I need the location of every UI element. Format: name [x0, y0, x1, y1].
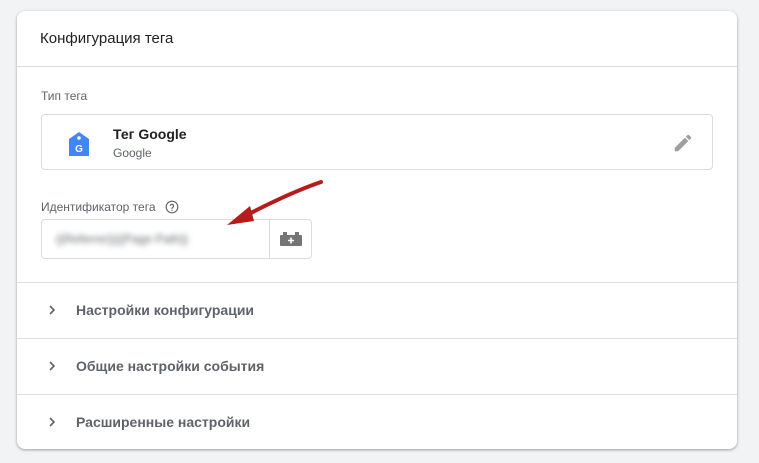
tag-type-label: Тип тега: [41, 89, 88, 103]
section-title: Общие настройки события: [76, 357, 265, 374]
section-config-settings[interactable]: Настройки конфигурации: [17, 282, 737, 337]
chevron-right-icon: [49, 360, 56, 371]
insert-variable-button[interactable]: [269, 220, 311, 258]
help-icon[interactable]: [165, 200, 179, 214]
section-event-settings[interactable]: Общие настройки события: [17, 338, 737, 393]
tag-id-label: Идентификатор тега: [41, 200, 156, 214]
section-title: Настройки конфигурации: [76, 301, 255, 318]
card-title: Конфигурация тега: [40, 30, 174, 47]
section-title: Расширенные настройки: [76, 413, 251, 430]
chevron-right-icon: [49, 304, 56, 315]
google-tag-icon: G: [69, 132, 89, 156]
variable-icon: [279, 232, 302, 246]
edit-icon[interactable]: [672, 132, 694, 154]
tag-icon-letter: G: [75, 144, 83, 155]
chevron-right-icon: [49, 416, 56, 427]
tag-configuration-card: Конфигурация тега Тип тега G Тег Google …: [17, 11, 737, 449]
tag-id-input[interactable]: [42, 220, 269, 258]
tag-type-name: Тег Google: [113, 126, 187, 142]
card-header: Конфигурация тега: [17, 11, 737, 67]
tag-id-field: [41, 219, 312, 259]
tag-type-vendor: Google: [113, 146, 152, 160]
section-advanced-settings[interactable]: Расширенные настройки: [17, 394, 737, 449]
tag-id-label-row: Идентификатор тега: [41, 200, 179, 214]
tag-type-selector[interactable]: G Тег Google Google: [41, 114, 713, 170]
